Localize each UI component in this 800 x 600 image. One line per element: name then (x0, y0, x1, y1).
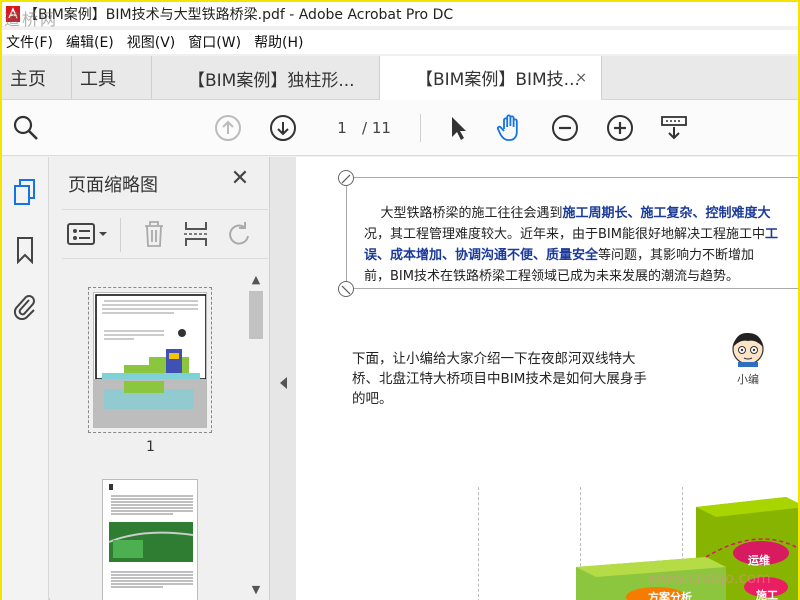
scrollbar-thumb[interactable] (249, 291, 263, 339)
left-nav-rail (2, 157, 49, 600)
tab-tools[interactable]: 工具 (72, 56, 152, 100)
quote-line: 前，BIM技术在铁路桥梁工程领域已成为未来发展的潮流与趋势。 (364, 266, 798, 287)
quote-text-segment: 等问题，其影响力不断增加 (598, 248, 755, 263)
select-arrow-icon[interactable] (442, 112, 474, 144)
zoom-in-icon[interactable] (604, 112, 636, 144)
tab-home[interactable]: 主页 (2, 56, 72, 100)
menu-view[interactable]: 视图(V) (123, 32, 185, 52)
extract-pages-icon[interactable] (180, 218, 212, 250)
acrobat-logo-icon (6, 6, 20, 22)
quote-corner-icon (338, 281, 354, 297)
page-thumbnail-1[interactable] (88, 287, 212, 433)
quote-line: 大型铁路桥梁的施工往往会遇到施工周期长、施工复杂、控制难度大 (364, 203, 798, 224)
tab-document-2-label: 【BIM案例】BIM技... (416, 70, 580, 90)
tab-document-1[interactable]: 【BIM案例】独柱形... (152, 56, 380, 100)
tab-document-1-label: 【BIM案例】独柱形... (188, 70, 355, 91)
bim-lifecycle-diagram (556, 487, 798, 600)
quote-text-segment: 大型铁路桥梁的施工往往会遇到 (380, 206, 563, 221)
toolbar: 1 / 11 (2, 100, 798, 156)
panel-title: 页面缩略图 (68, 175, 158, 196)
window-title: 【BIM案例】BIM技术与大型铁路桥梁.pdf - Adobe Acrobat … (24, 7, 454, 23)
page-number-input[interactable]: 1 (324, 116, 360, 140)
quote-highlight: 施工周期长、施工复杂、控制难度大 (562, 206, 771, 221)
toolbar-divider (420, 114, 421, 142)
dashed-guide (478, 487, 479, 600)
scroll-down-icon[interactable]: ▼ (249, 583, 263, 597)
page-down-icon[interactable] (267, 112, 299, 144)
title-bar: 【BIM案例】BIM技术与大型铁路桥梁.pdf - Adobe Acrobat … (2, 2, 798, 26)
panel-close-icon[interactable]: ✕ (228, 167, 252, 191)
avatar-label: 小编 (737, 373, 759, 386)
keyboard-tools-icon[interactable] (658, 112, 690, 144)
panel-divider (120, 218, 121, 252)
page-up-icon[interactable] (212, 112, 244, 144)
attachment-icon[interactable] (8, 289, 42, 323)
quote-highlight: 工 (764, 227, 778, 242)
diagram-label-analysis: 方案分析 (648, 591, 692, 600)
menu-window[interactable]: 窗口(W) (184, 32, 250, 52)
quote-text: 大型铁路桥梁的施工往往会遇到施工周期长、施工复杂、控制难度大 况，其工程管理难度… (364, 203, 798, 287)
thumbnail-list[interactable]: 1 (64, 269, 244, 600)
rotate-page-icon[interactable] (224, 218, 256, 250)
thumbnails-panel: 页面缩略图 ✕ 1 ▲ ▼ (50, 157, 270, 600)
thumbnail-page-image (93, 292, 207, 428)
quote-line: 误、成本增加、协调沟通不便、质量安全等问题，其影响力不断增加 (364, 245, 798, 266)
page-thumbnail-2[interactable] (102, 479, 198, 600)
diagram-label-construction: 施工 (756, 589, 778, 600)
intro-paragraph: 下面，让小编给大家介绍一下在夜郎河双线特大 桥、北盘江特大桥项目中BIM技术是如… (352, 349, 652, 409)
panel-collapse-strip[interactable] (270, 157, 296, 600)
menu-file[interactable]: 文件(F) (2, 32, 62, 52)
thumbnail-options-icon[interactable] (66, 218, 110, 250)
menu-bar: 文件(F) 编辑(E) 视图(V) 窗口(W) 帮助(H) (2, 30, 798, 54)
intro-line: 的吧。 (352, 391, 393, 407)
delete-page-icon[interactable] (138, 218, 170, 250)
collapse-arrow-icon[interactable] (278, 375, 288, 389)
search-icon[interactable] (10, 112, 42, 144)
bookmark-icon[interactable] (8, 233, 42, 267)
scroll-up-icon[interactable]: ▲ (249, 273, 263, 287)
intro-line: 下面，让小编给大家介绍一下在夜郎河双线特大 (352, 351, 636, 367)
tab-tools-label: 工具 (80, 69, 116, 90)
zoom-out-icon[interactable] (549, 112, 581, 144)
tab-home-label: 主页 (10, 69, 46, 90)
tab-bar: 主页 工具 【BIM案例】独柱形... 【BIM案例】BIM技... × (2, 56, 798, 100)
quote-text-segment: 前，BIM技术在铁路桥梁工程领域已成为未来发展的潮流与趋势。 (364, 269, 739, 284)
quote-corner-icon (338, 170, 354, 186)
quote-text-segment: 况，其工程管理难度较大。近年来，由于BIM能很好地解决工程施工中 (364, 227, 765, 242)
document-view[interactable]: 大型铁路桥梁的施工往往会遇到施工周期长、施工复杂、控制难度大 况，其工程管理难度… (296, 157, 798, 600)
thumbnail-scrollbar[interactable]: ▲ ▼ (246, 269, 266, 600)
quote-line: 况，其工程管理难度较大。近年来，由于BIM能很好地解决工程施工中工 (364, 224, 798, 245)
thumbnail-page-number: 1 (146, 439, 155, 455)
quote-highlight: 误、成本增加、协调沟通不便、质量安全 (364, 248, 599, 263)
menu-edit[interactable]: 编辑(E) (62, 32, 123, 52)
diagram-label-ops: 运维 (748, 554, 770, 567)
tab-close-icon[interactable]: × (575, 70, 587, 86)
intro-line: 桥、北盘江特大桥项目中BIM技术是如何大展身手 (352, 371, 647, 387)
page-total: / 11 (362, 119, 391, 137)
tab-document-2[interactable]: 【BIM案例】BIM技... × (380, 56, 602, 100)
menu-help[interactable]: 帮助(H) (250, 32, 312, 52)
panel-toolbar (62, 209, 268, 259)
hand-icon[interactable] (494, 112, 526, 144)
page-thumbnails-icon[interactable] (8, 175, 42, 209)
